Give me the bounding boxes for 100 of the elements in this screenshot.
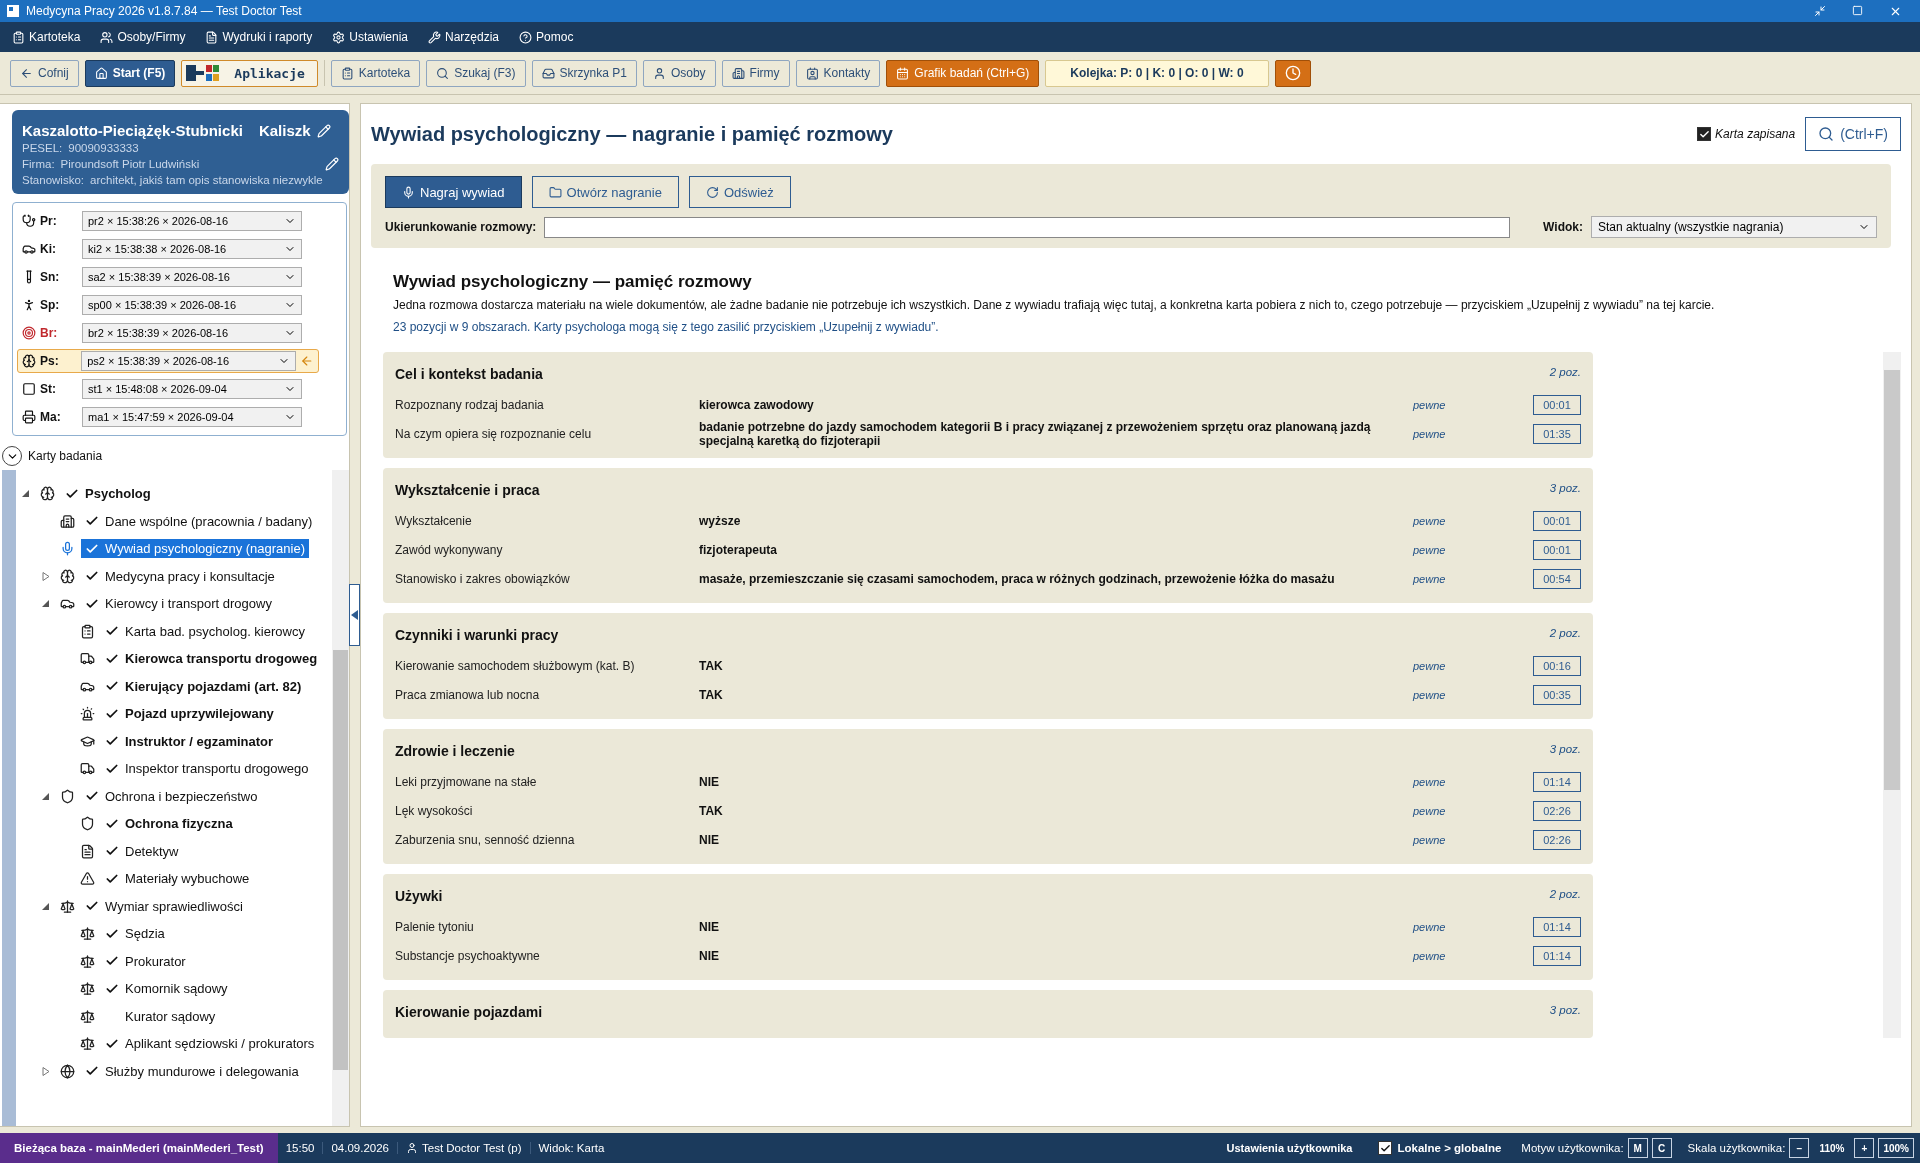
exam-row[interactable]: Ps: ps2 × 15:38:39 × 2026-08-16 — [17, 349, 319, 373]
tree-item[interactable]: Medycyna pracy i konsultacje — [81, 566, 279, 586]
menu-item[interactable]: Osoby/Firmy — [98, 28, 188, 46]
theme-button[interactable]: M — [1627, 1138, 1648, 1158]
toolbar-button[interactable]: Start (F5) — [84, 59, 176, 87]
tree-item[interactable]: Dane wspólne (pracownia / badany) — [81, 511, 317, 531]
exam-dropdown[interactable]: ki2 × 15:38:38 × 2026-08-16 — [82, 239, 302, 259]
toolbar-button[interactable]: Szukaj (F3) — [426, 59, 526, 87]
decrease-button[interactable]: – — [1789, 1138, 1810, 1158]
timestamp-link[interactable]: 00:16 — [1533, 655, 1581, 676]
tree-item[interactable]: Sędzia — [101, 924, 169, 944]
exam-dropdown[interactable]: sp00 × 15:38:39 × 2026-08-16 — [82, 295, 302, 315]
tree-item[interactable]: Prokurator — [101, 951, 190, 971]
scrollbar[interactable] — [332, 470, 349, 1126]
minimize-icon[interactable] — [1814, 4, 1826, 17]
tree-item[interactable]: Ochrona fizyczna — [101, 814, 237, 834]
menu-item[interactable]: Narzędzia — [426, 28, 502, 46]
expanded-triangle-icon[interactable] — [42, 791, 50, 801]
menu-item[interactable]: Wydruki i raporty — [203, 28, 315, 46]
tree-item[interactable]: Psycholog — [61, 484, 155, 504]
theme-button[interactable]: C — [1651, 1138, 1672, 1158]
field-label: Praca zmianowa lub nocna — [395, 687, 541, 702]
tree-item[interactable]: Kierujący pojazdami (art. 82) — [101, 676, 306, 696]
tree-item[interactable]: Inspektor transportu drogowego — [101, 759, 313, 779]
tree-item[interactable]: Detektyw — [101, 841, 183, 861]
tree-item[interactable]: Wymiar sprawiedliwości — [81, 896, 247, 916]
exam-row[interactable]: Sp: sp00 × 15:38:39 × 2026-08-16 — [17, 293, 319, 317]
menu-item[interactable]: Ustawienia — [330, 28, 410, 46]
exam-dropdown[interactable]: ma1 × 15:47:59 × 2026-09-04 — [82, 407, 302, 427]
collapse-toggle[interactable] — [2, 446, 22, 466]
apps-button[interactable]: Aplikacje — [181, 59, 318, 87]
expanded-triangle-icon[interactable] — [22, 489, 30, 499]
action-button[interactable]: Otwórz nagranie — [531, 176, 679, 208]
timestamp-link[interactable]: 00:01 — [1533, 539, 1581, 560]
timestamp-link[interactable]: 01:14 — [1533, 945, 1581, 966]
exam-row[interactable]: Sn: sa2 × 15:38:39 × 2026-08-16 — [17, 265, 319, 289]
exam-row[interactable]: St: st1 × 15:48:08 × 2026-09-04 — [17, 377, 319, 401]
tree-item[interactable]: Pojazd uprzywilejowany — [101, 704, 278, 724]
toolbar-button[interactable]: Osoby — [642, 59, 716, 87]
exam-dropdown[interactable]: pr2 × 15:38:26 × 2026-08-16 — [82, 211, 302, 231]
toolbar-button[interactable]: Firmy — [721, 59, 790, 87]
expanded-triangle-icon[interactable] — [42, 599, 50, 609]
tree-item[interactable]: Kierowcy i transport drogowy — [81, 594, 276, 614]
tree-item[interactable]: Kurator sądowy — [101, 1006, 220, 1026]
status-time: 15:50 — [277, 1142, 324, 1154]
timestamp-link[interactable]: 02:26 — [1533, 829, 1581, 850]
tree-item[interactable]: Karta bad. psycholog. kierowcy — [101, 621, 309, 641]
collapsed-triangle-icon[interactable] — [42, 1066, 50, 1076]
view-dropdown[interactable]: Stan aktualny (wszystkie nagrania) — [1591, 216, 1877, 238]
toolbar-button[interactable]: Cofnij — [10, 59, 79, 87]
edit-icon[interactable] — [325, 157, 339, 171]
exam-row[interactable]: Br: br2 × 15:38:39 × 2026-08-16 — [17, 321, 319, 345]
tree-item[interactable]: Służby mundurowe i delegowania — [81, 1061, 303, 1081]
reset-scale-button[interactable]: 100% — [1878, 1138, 1914, 1158]
action-button[interactable]: Odśwież — [688, 176, 791, 208]
pesel-label: PESEL: — [22, 142, 63, 154]
scrollbar[interactable] — [1883, 352, 1901, 1038]
timestamp-link[interactable]: 00:35 — [1533, 684, 1581, 705]
scale-label: Skala użytkownika: — [1687, 1142, 1786, 1154]
exam-dropdown[interactable]: ps2 × 15:38:39 × 2026-08-16 — [81, 351, 297, 371]
maximize-icon[interactable] — [1852, 4, 1863, 16]
tree-item[interactable]: Instruktor / egzaminator — [101, 731, 278, 751]
timestamp-link[interactable]: 00:01 — [1533, 394, 1581, 415]
expanded-triangle-icon[interactable] — [42, 901, 50, 911]
tree-item[interactable]: Wywiad psychologiczny (nagranie) — [81, 539, 310, 559]
timestamp-link[interactable]: 01:35 — [1533, 423, 1581, 444]
tree-item[interactable]: Komornik sądowy — [101, 979, 232, 999]
search-button[interactable]: (Ctrl+F) — [1805, 117, 1901, 151]
timestamp-link[interactable]: 00:01 — [1533, 510, 1581, 531]
exam-dropdown[interactable]: sa2 × 15:38:39 × 2026-08-16 — [82, 267, 302, 287]
menu-item[interactable]: Pomoc — [517, 28, 576, 46]
exam-row[interactable]: Pr: pr2 × 15:38:26 × 2026-08-16 — [17, 209, 319, 233]
toolbar-button[interactable]: Skrzynka P1 — [531, 59, 637, 87]
exam-label: Ma: — [40, 410, 62, 424]
exam-dropdown[interactable]: br2 × 15:38:39 × 2026-08-16 — [82, 323, 302, 343]
checkbox[interactable] — [1378, 1141, 1393, 1155]
timestamp-link[interactable]: 01:14 — [1533, 771, 1581, 792]
exam-dropdown[interactable]: st1 × 15:48:08 × 2026-09-04 — [82, 379, 302, 399]
tree-item[interactable]: Ochrona i bezpieczeństwo — [81, 786, 262, 806]
timestamp-link[interactable]: 02:26 — [1533, 800, 1581, 821]
user-settings-link[interactable]: Ustawienia użytkownika — [1212, 1142, 1367, 1154]
edit-icon[interactable] — [316, 123, 331, 138]
tree-item[interactable]: Kierowca transportu drogoweg — [101, 649, 322, 669]
input-field[interactable] — [544, 216, 1511, 238]
queue-status[interactable]: Kolejka: P: 0 | K: 0 | O: 0 | W: 0 — [1045, 59, 1269, 87]
description-text: Jedna rozmowa dostarcza materiału na wiele dokumentów, ale żadne badanie nie potrzebuje ich wszystkich. Dane z wywiadu trafiają więc tutaj, a konkretna karta pobiera z nich to, czego potrzebuje — przyciskiem „Uzupełnij z wywiadu” na tej karcie. — [393, 298, 1716, 312]
exam-row[interactable]: Ki: ki2 × 15:38:38 × 2026-08-16 — [17, 237, 319, 261]
tree-item[interactable]: Aplikant sędziowski / prokurators — [101, 1034, 319, 1054]
collapsed-triangle-icon[interactable] — [42, 571, 50, 581]
menu-item[interactable]: Kartoteka — [10, 28, 83, 46]
timestamp-link[interactable]: 00:54 — [1533, 568, 1581, 589]
tree-item[interactable]: Materiały wybuchowe — [101, 869, 254, 889]
toolbar-button[interactable]: Kartoteka — [330, 59, 421, 87]
exam-row[interactable]: Ma: ma1 × 15:47:59 × 2026-09-04 — [17, 405, 319, 429]
increase-button[interactable]: + — [1854, 1138, 1875, 1158]
toolbar-button[interactable]: Kontakty — [795, 59, 881, 87]
timestamp-link[interactable]: 01:14 — [1533, 916, 1581, 937]
clock-button[interactable] — [1274, 59, 1311, 87]
action-button[interactable]: Nagraj wywiad — [385, 176, 522, 208]
collapse-panel-button[interactable] — [349, 584, 360, 646]
